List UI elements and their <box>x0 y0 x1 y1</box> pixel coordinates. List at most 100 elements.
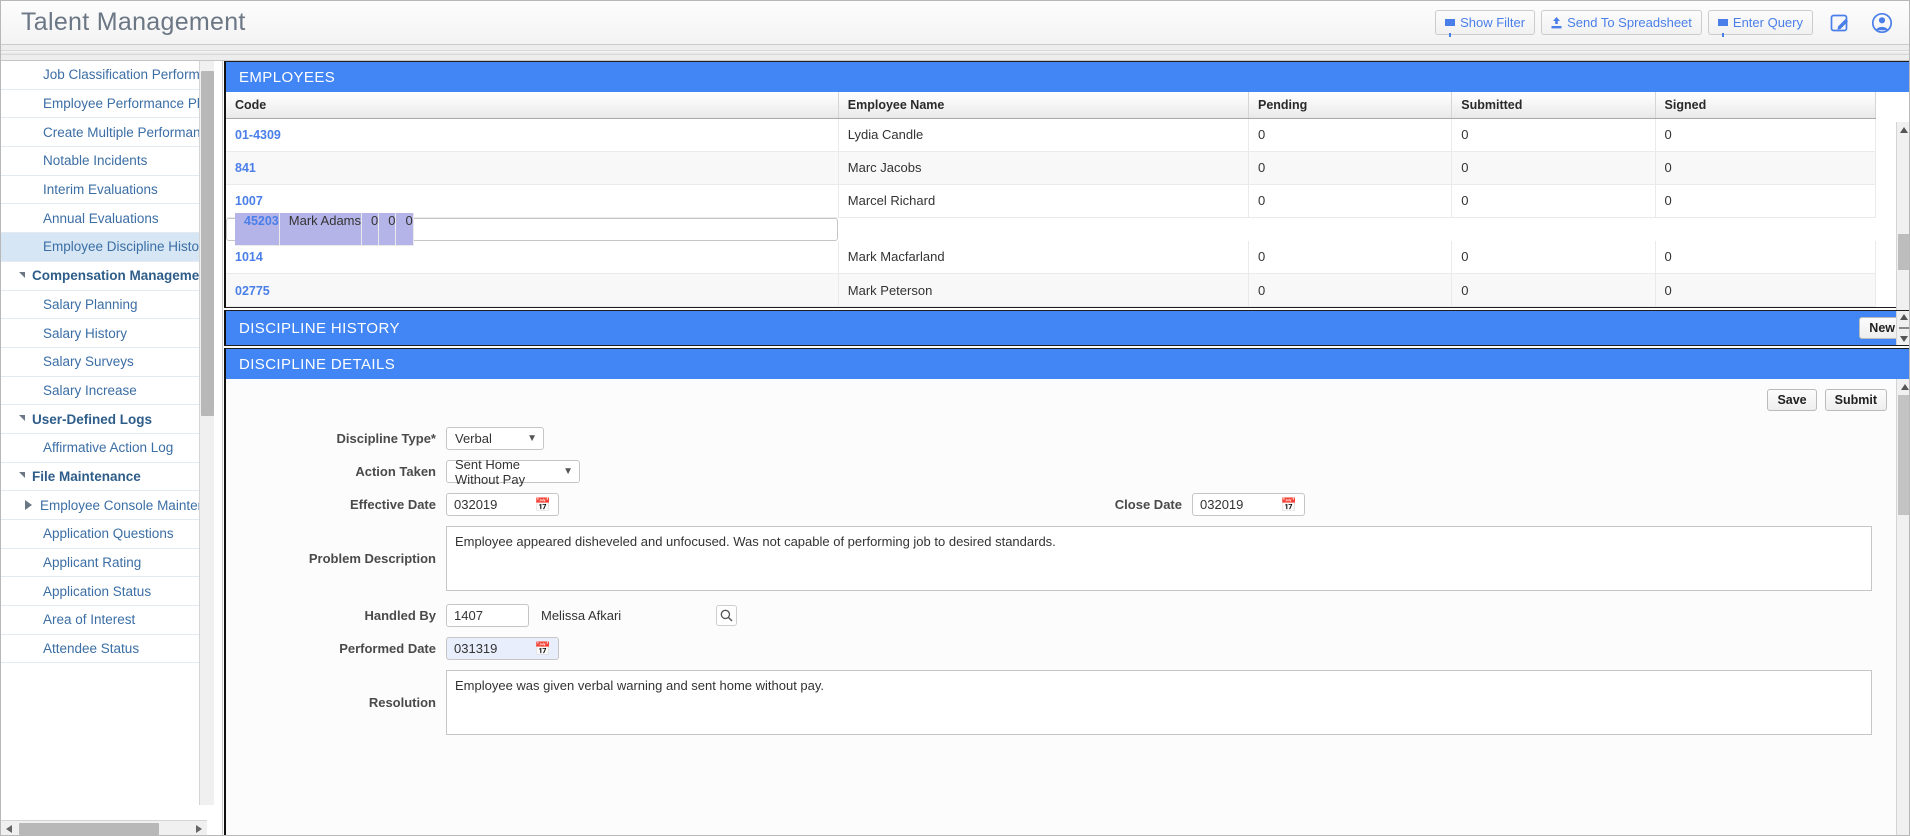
enter-query-button[interactable]: Enter Query <box>1707 10 1813 37</box>
sidebar-item-employee-performance-plans[interactable]: Employee Performance Plans <box>1 90 207 119</box>
signed-count-cell: 0 <box>1655 118 1877 152</box>
sidebar-item-user-defined-logs[interactable]: User-Defined Logs <box>1 405 207 434</box>
send-to-spreadsheet-label: Send To Spreadsheet <box>1567 15 1692 30</box>
employee-code-cell[interactable]: 01-4309 <box>226 118 839 152</box>
sidebar-item-create-multiple-performance-plan[interactable]: Create Multiple Performance Plan <box>1 118 207 148</box>
employee-code-link[interactable]: 45203 <box>244 214 279 228</box>
employee-code-cell[interactable]: 45203 <box>235 212 280 246</box>
sidebar-item-label: Attendee Status <box>43 641 140 657</box>
scroll-down-arrow-icon[interactable] <box>1897 333 1910 345</box>
close-date-input[interactable]: 032019 📅 <box>1192 493 1305 516</box>
sidebar-nav-list[interactable]: Job Classification Performance St Employe… <box>1 61 207 805</box>
handled-by-code-value: 1407 <box>454 608 483 623</box>
search-icon[interactable] <box>716 605 738 626</box>
handled-by-name: Melissa Afkari <box>541 608 622 623</box>
scroll-up-arrow-icon[interactable] <box>1897 379 1909 395</box>
employee-code-link[interactable]: 01-4309 <box>235 128 281 142</box>
column-header[interactable]: Pending <box>1248 92 1453 119</box>
scroll-left-arrow-icon[interactable] <box>1 821 17 836</box>
discipline-type-select[interactable]: Verbal ▼ <box>446 427 544 450</box>
employees-table-body[interactable]: 01-4309 Lydia Candle 0 0 0 841 Marc Jacobs 0 0 0 1… <box>226 118 1877 307</box>
performed-date-value: 031319 <box>454 641 498 656</box>
sidebar-item-file-maintenance[interactable]: File Maintenance <box>1 463 207 492</box>
sidebar-scroll-thumb[interactable] <box>201 71 214 416</box>
sidebar-item-salary-planning[interactable]: Salary Planning <box>1 291 207 320</box>
submitted-count-cell: 0 <box>1451 184 1656 218</box>
employee-code-cell[interactable]: 841 <box>226 151 839 185</box>
discipline-details-body: Save Submit Discipline Type* Verbal ▼ Ac… <box>226 379 1909 835</box>
sidebar-item-application-questions[interactable]: Application Questions <box>1 520 207 549</box>
action-taken-select[interactable]: Sent Home Without Pay ▼ <box>446 457 580 487</box>
table-row[interactable]: 01-4309 Lydia Candle 0 0 0 <box>226 118 1877 152</box>
employee-code-link[interactable]: 841 <box>235 161 256 175</box>
effective-date-label: Effective Date <box>350 497 436 512</box>
table-row[interactable]: 1007 Marcel Richard 0 0 0 <box>226 184 1877 218</box>
column-header[interactable]: Signed <box>1655 92 1877 119</box>
column-header[interactable]: Submitted <box>1451 92 1656 119</box>
sidebar-item-employee-console-maintenance[interactable]: Employee Console Maintenance <box>1 491 207 520</box>
table-row[interactable]: 45203 Mark Adams 0 0 0 <box>226 212 839 246</box>
table-row[interactable]: 841 Marc Jacobs 0 0 0 <box>226 151 1877 185</box>
resolution-textarea[interactable]: Employee was given verbal warning and se… <box>446 670 1872 735</box>
action-taken-label: Action Taken <box>355 464 436 479</box>
discipline-type-label: Discipline Type* <box>336 431 436 446</box>
sidebar-item-attendee-status[interactable]: Attendee Status <box>1 635 207 664</box>
sidebar-item-affirmative-action-log[interactable]: Affirmative Action Log <box>1 434 207 463</box>
show-filter-button[interactable]: Show Filter <box>1435 10 1536 37</box>
table-row[interactable]: 1014 Mark Macfarland 0 0 0 <box>226 240 1877 274</box>
employee-code-link[interactable]: 1007 <box>235 194 263 208</box>
sidebar-item-interim-evaluations[interactable]: Interim Evaluations <box>1 176 207 205</box>
sidebar-item-salary-history[interactable]: Salary History <box>1 319 207 348</box>
secondary-toolbar <box>1 45 1909 61</box>
employee-code-link[interactable]: 1014 <box>235 250 263 264</box>
sidebar-item-application-status[interactable]: Application Status <box>1 577 207 607</box>
employees-table-header-row: Code Employee Name Pending Submitted Signed <box>226 92 1877 119</box>
table-row[interactable]: 02775 Mark Peterson 0 0 0 <box>226 273 1877 307</box>
calendar-icon[interactable]: 📅 <box>535 497 554 513</box>
pending-count-cell: 0 <box>1248 151 1453 185</box>
column-header[interactable]: Code <box>226 92 839 119</box>
discipline-history-scrollbar[interactable] <box>1896 311 1910 345</box>
column-header[interactable]: Employee Name <box>838 92 1250 119</box>
employee-code-link[interactable]: 02775 <box>235 284 270 298</box>
employee-name-cell: Lydia Candle <box>838 118 1250 152</box>
employees-table: Code Employee Name Pending Submitted Signed … <box>226 92 1877 307</box>
sidebar-item-salary-increase[interactable]: Salary Increase <box>1 377 207 406</box>
submit-button[interactable]: Submit <box>1824 389 1887 411</box>
discipline-details-scroll-thumb[interactable] <box>1898 395 1909 515</box>
discipline-details-scrollbar[interactable] <box>1896 379 1909 835</box>
submitted-count-cell: 0 <box>1451 151 1656 185</box>
send-to-spreadsheet-button[interactable]: Send To Spreadsheet <box>1541 10 1702 35</box>
user-account-icon[interactable] <box>1867 9 1897 37</box>
sidebar-item-area-of-interest[interactable]: Area of Interest <box>1 606 207 635</box>
employees-title: EMPLOYEES <box>239 68 336 86</box>
sidebar-item-notable-incidents[interactable]: Notable Incidents <box>1 147 207 176</box>
scroll-right-arrow-icon[interactable] <box>191 821 207 836</box>
sidebar-item-job-classification-performance-st[interactable]: Job Classification Performance St <box>1 61 207 90</box>
sidebar-item-annual-evaluations[interactable]: Annual Evaluations <box>1 204 207 234</box>
upload-icon <box>1551 16 1562 29</box>
scroll-up-arrow-icon[interactable] <box>1897 311 1910 323</box>
edit-note-icon[interactable] <box>1825 9 1855 37</box>
sidebar-horizontal-scrollbar[interactable] <box>1 820 207 836</box>
sidebar-item-label: Create Multiple Performance Plan <box>43 124 207 140</box>
calendar-icon[interactable]: 📅 <box>535 641 554 657</box>
problem-description-textarea[interactable]: Employee appeared disheveled and unfocus… <box>446 526 1872 591</box>
save-button[interactable]: Save <box>1767 389 1817 411</box>
close-date-value: 032019 <box>1200 497 1244 512</box>
calendar-icon[interactable]: 📅 <box>1281 497 1300 513</box>
performed-date-input[interactable]: 031319 📅 <box>446 637 559 660</box>
chevron-down-icon: ▼ <box>563 466 573 477</box>
employee-code-cell[interactable]: 02775 <box>226 273 839 307</box>
sidebar-item-applicant-rating[interactable]: Applicant Rating <box>1 549 207 578</box>
sidebar-hscroll-thumb[interactable] <box>19 823 159 835</box>
handled-by-code-input[interactable]: 1407 <box>446 604 529 627</box>
sidebar-item-salary-surveys[interactable]: Salary Surveys <box>1 348 207 377</box>
employees-vertical-scrollbar[interactable] <box>1896 122 1910 338</box>
employees-scroll-thumb[interactable] <box>1898 234 1909 270</box>
sidebar-item-employee-discipline-history[interactable]: Employee Discipline History <box>1 233 207 262</box>
sidebar-vertical-scrollbar[interactable] <box>199 61 214 805</box>
effective-date-input[interactable]: 032019 📅 <box>446 493 559 516</box>
sidebar-item-compensation-management[interactable]: Compensation Management <box>1 262 207 291</box>
scroll-up-arrow-icon[interactable] <box>1897 122 1910 138</box>
